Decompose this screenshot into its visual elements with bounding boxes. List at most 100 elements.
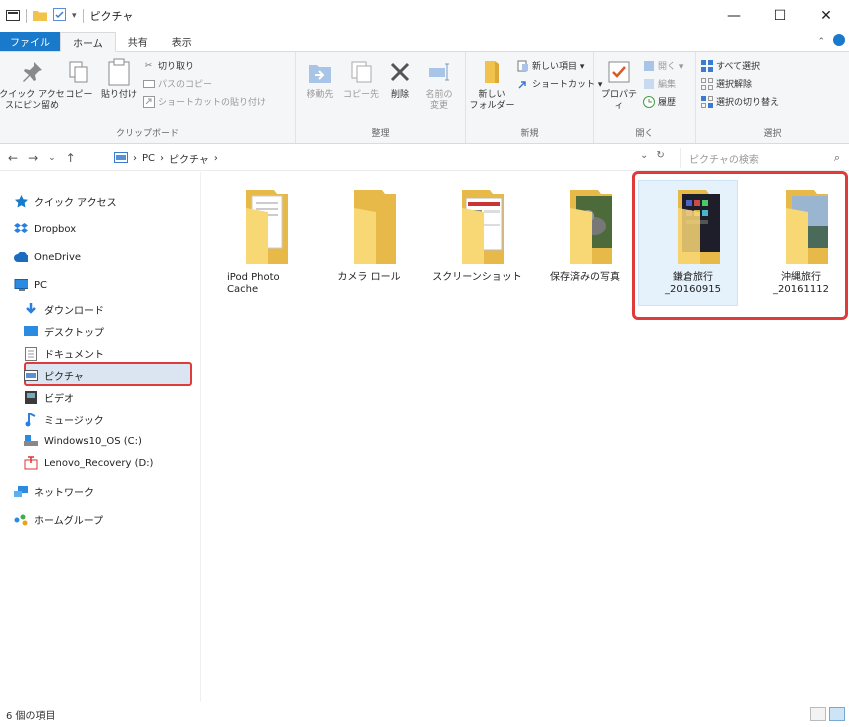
large-icons-view-button[interactable] (829, 707, 845, 721)
nav-documents[interactable]: ドキュメント (24, 346, 104, 361)
copy-button[interactable]: コピー (62, 56, 96, 101)
network-icon (14, 485, 28, 499)
nav-homegroup[interactable]: ホームグループ (14, 512, 103, 527)
folder-item[interactable]: スクリーンショット (427, 186, 527, 284)
properties-icon (603, 56, 635, 88)
pin-icon (16, 56, 48, 88)
invert-selection-button[interactable]: 選択の切り替え (700, 94, 779, 109)
move-to-button[interactable]: 移動先 (300, 56, 340, 101)
group-label: 新規 (520, 129, 539, 139)
search-icon: ⌕ (833, 151, 840, 164)
title-bar: ▾ ピクチャ — ☐ ✕ (0, 0, 849, 32)
nav-pc[interactable]: PC (14, 278, 47, 292)
easy-access-button[interactable]: ショートカット ▾ (516, 76, 602, 91)
new-item-button[interactable]: 新しい項目 ▾ (516, 58, 602, 73)
folder-name: iPod Photo Cache (227, 272, 280, 295)
collapse-ribbon-icon[interactable]: ⌃ (817, 37, 825, 47)
group-label: 選択 (763, 129, 782, 139)
folder-item[interactable]: iPod Photo Cache (211, 186, 311, 296)
folder-name: カメラ ロール (337, 272, 401, 283)
folder-icon[interactable] (33, 9, 47, 24)
nav-music[interactable]: ミュージック (24, 412, 104, 427)
document-icon (24, 346, 38, 361)
nav-pictures[interactable]: ピクチャ (24, 368, 84, 383)
ribbon-tabs: ファイル ホーム 共有 表示 ⌃ (0, 32, 849, 52)
download-icon (24, 303, 38, 317)
folder-item[interactable]: カメラ ロール (319, 186, 419, 284)
forward-arrow-icon[interactable]: → (28, 151, 38, 165)
folder-item[interactable]: 沖縄旅行 _20161112 (751, 186, 849, 296)
nav-videos[interactable]: ビデオ (24, 390, 74, 405)
details-view-button[interactable] (810, 707, 826, 721)
ribbon: クイック アクセ スにピン留め コピー 貼り付け ✂ 切り取り パスのコピー シ… (0, 52, 849, 144)
pin-quick-access-button[interactable]: クイック アクセ スにピン留め (0, 56, 65, 112)
easy-access-icon (516, 77, 529, 90)
folder-thumbnail-icon (442, 186, 512, 266)
tab-view[interactable]: 表示 (160, 32, 204, 51)
open-button[interactable]: 開く ▾ (642, 58, 683, 73)
rename-icon (423, 56, 455, 88)
address-bar[interactable]: › PC › ピクチャ › (114, 148, 670, 168)
select-all-icon (700, 59, 713, 72)
status-bar: 6 個の項目 (0, 702, 849, 727)
folder-icon (334, 186, 404, 266)
back-arrow-icon[interactable]: ← (8, 151, 18, 165)
properties-check-icon[interactable] (53, 8, 66, 24)
maximize-button[interactable]: ☐ (757, 0, 803, 32)
edit-icon (642, 77, 655, 90)
edit-button[interactable]: 編集 (642, 76, 683, 91)
nav-network[interactable]: ネットワーク (14, 484, 94, 499)
customize-toolbar-icon[interactable]: ▾ (72, 11, 77, 21)
delete-button[interactable]: 削除 (382, 56, 418, 101)
tab-file[interactable]: ファイル (0, 32, 60, 51)
shortcut-icon (142, 95, 155, 108)
tab-share[interactable]: 共有 (116, 32, 160, 51)
nav-dropbox[interactable]: Dropbox (14, 222, 76, 236)
pictures-icon (24, 369, 38, 383)
copy-to-button[interactable]: コピー先 (342, 56, 380, 101)
path-icon (142, 77, 155, 90)
rename-button[interactable]: 名前の 変更 (420, 56, 458, 112)
breadcrumb-pictures[interactable]: ピクチャ (169, 151, 209, 166)
nav-downloads[interactable]: ダウンロード (24, 302, 104, 317)
move-to-icon (304, 56, 336, 88)
paste-button[interactable]: 貼り付け (98, 56, 140, 101)
nav-quick-access[interactable]: クイック アクセス (14, 194, 117, 209)
cut-button[interactable]: ✂ 切り取り (142, 58, 266, 73)
up-arrow-icon[interactable]: ↑ (66, 151, 76, 165)
select-all-button[interactable]: すべて選択 (700, 58, 779, 73)
select-none-button[interactable]: 選択解除 (700, 76, 779, 91)
properties-button[interactable]: プロパティ (598, 56, 640, 112)
select-group: すべて選択 選択解除 選択の切り替え 選択 (696, 52, 849, 143)
pictures-location-icon (114, 151, 128, 166)
copy-path-button[interactable]: パスのコピー (142, 76, 266, 91)
music-icon (24, 412, 38, 427)
history-button[interactable]: 履歴 (642, 94, 683, 109)
help-icon[interactable] (833, 34, 845, 49)
address-dropdown-icon[interactable]: ⌄ (640, 150, 648, 161)
folder-item[interactable]: 保存済みの写真 (535, 186, 635, 284)
tab-home[interactable]: ホーム (60, 32, 116, 52)
search-input[interactable]: ピクチャの検索 ⌕ (680, 148, 846, 168)
nav-drive-d[interactable]: Lenovo_Recovery (D:) (24, 456, 153, 470)
recent-locations-icon[interactable]: ⌄ (48, 153, 56, 163)
nav-drive-c[interactable]: Windows10_OS (C:) (24, 434, 142, 448)
close-button[interactable]: ✕ (803, 0, 849, 32)
new-folder-button[interactable]: 新しい フォルダー (470, 56, 515, 112)
nav-desktop[interactable]: デスクトップ (24, 324, 104, 339)
homegroup-icon (14, 513, 28, 527)
clipboard-icon (103, 56, 135, 88)
navigation-pane: クイック アクセス Dropbox OneDrive PC ダウンロード デスク… (0, 172, 200, 702)
scissors-icon: ✂ (144, 60, 153, 71)
star-icon (14, 195, 28, 209)
explorer-icon (6, 9, 20, 24)
cloud-icon (14, 250, 28, 264)
folder-item[interactable]: 鎌倉旅行 _20160915 (643, 186, 743, 296)
refresh-icon[interactable]: ↻ (656, 150, 664, 161)
nav-onedrive[interactable]: OneDrive (14, 250, 81, 264)
select-none-icon (700, 77, 713, 90)
breadcrumb-pc[interactable]: PC (142, 153, 155, 164)
paste-shortcut-button[interactable]: ショートカットの貼り付け (142, 94, 266, 109)
minimize-button[interactable]: — (711, 0, 757, 32)
organize-group: 移動先 コピー先 削除 名前の 変更 整理 (296, 52, 466, 143)
